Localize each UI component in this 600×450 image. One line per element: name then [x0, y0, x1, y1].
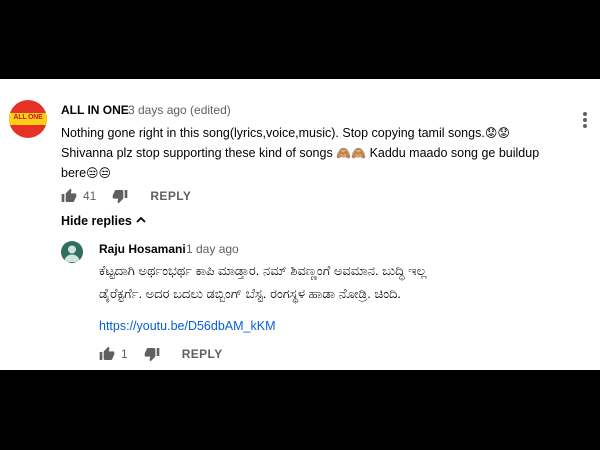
worried-face-emoji: 😟😟 [484, 126, 510, 140]
reply-button[interactable]: REPLY [182, 347, 223, 361]
avatar-logo-text: ALL ONE [13, 114, 43, 121]
comment-action-row: 41 REPLY [61, 188, 191, 204]
like-count: 1 [121, 347, 128, 361]
reply-video-link[interactable]: https://youtu.be/D56dbAM_kKM [99, 319, 275, 333]
comment-timestamp[interactable]: 3 days ago (edited) [128, 103, 231, 117]
comment-panel: ALL ONE ALL IN ONE 3 days ago (edited) N… [0, 79, 600, 370]
hide-replies-label: Hide replies [61, 214, 132, 228]
avatar[interactable]: ALL ONE [9, 100, 47, 138]
reply-text-line-2: ಡೈರೆಕ್ಟರ್ಗೆ. ಅದರ ಬದಲು ಡಬ್ಬಿಂಗ್ ಬೆಸ್ಟ. ರಂ… [99, 286, 401, 301]
reply-button[interactable]: REPLY [150, 189, 191, 203]
like-icon[interactable] [61, 188, 77, 204]
unamused-face-emoji: 😒😒 [86, 166, 112, 180]
comment-author[interactable]: ALL IN ONE [61, 103, 129, 117]
like-icon[interactable] [99, 346, 115, 362]
reply-action-row: 1 REPLY [99, 346, 223, 362]
chevron-up-icon [136, 214, 146, 228]
see-no-evil-emoji: 🙈🙈 [336, 146, 367, 160]
comment-text: Nothing gone right in this song(lyrics,v… [61, 123, 561, 183]
reply-text-line-1: ಕೆಟ್ಟದಾಗಿ ಅರ್ಥಂಭರ್ಥ ಕಾಪಿ ಮಾಡ್ತಾರ. ನಮ್ ಶಿ… [99, 263, 427, 278]
comment-text-line-2: Shivanna plz stop supporting these kind … [61, 146, 333, 160]
comment-text-line-3: bere [61, 166, 87, 180]
reply-avatar[interactable] [61, 241, 83, 263]
comment-text-line-2b: Kaddu maado song ge buildup [366, 146, 540, 160]
person-icon [64, 245, 80, 262]
dislike-icon[interactable] [144, 346, 160, 362]
hide-replies-button[interactable]: Hide replies [61, 214, 146, 228]
reply-timestamp[interactable]: 1 day ago [186, 242, 239, 256]
dislike-icon[interactable] [112, 188, 128, 204]
reply-author[interactable]: Raju Hosamani [99, 242, 186, 256]
like-count: 41 [83, 189, 97, 203]
comment-text-line-1: Nothing gone right in this song(lyrics,v… [61, 126, 485, 140]
reply-text: ಕೆಟ್ಟದಾಗಿ ಅರ್ಥಂಭರ್ಥ ಕಾಪಿ ಮಾಡ್ತಾರ. ನಮ್ ಶಿ… [99, 259, 569, 305]
more-actions-icon[interactable] [583, 112, 589, 130]
